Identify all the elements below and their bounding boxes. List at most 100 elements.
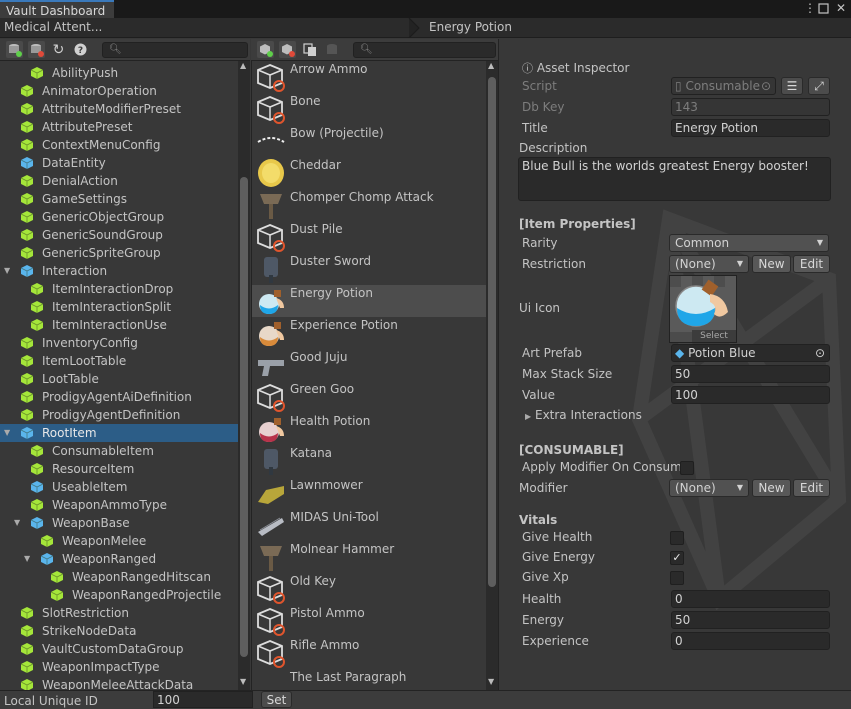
list-item[interactable]: Chomper Chomp Attack (252, 189, 488, 221)
tree-item-denialaction[interactable]: DenialAction (0, 172, 238, 190)
restriction-dropdown[interactable]: (None) ▼ (669, 255, 749, 273)
tree-item-dataentity[interactable]: DataEntity (0, 154, 238, 172)
tree-item-prodigyagentaidefinition[interactable]: ProdigyAgentAiDefinition (0, 388, 238, 406)
list-item[interactable]: Dust Pile (252, 221, 488, 253)
tree-item-contextmenuconfig[interactable]: ContextMenuConfig (0, 136, 238, 154)
tree-item-inventoryconfig[interactable]: InventoryConfig (0, 334, 238, 352)
list-item[interactable]: Health Potion (252, 413, 488, 445)
tree-item-vaultcustomdatagroup[interactable]: VaultCustomDataGroup (0, 640, 238, 658)
tree-item-rootitem[interactable]: ▼ RootItem (0, 424, 238, 442)
tree-item-interaction[interactable]: ▼ Interaction (0, 262, 238, 280)
restriction-edit-button[interactable]: Edit (793, 255, 830, 273)
script-field[interactable]: ▯ Consumable ⊙ (671, 77, 776, 95)
tree-item-weaponammotype[interactable]: WeaponAmmoType (0, 496, 238, 514)
list-item[interactable]: Bone (252, 93, 488, 125)
chevron-down-icon[interactable]: ▼ (4, 424, 14, 442)
tree-scrollbar[interactable]: ▲ ▼ (238, 61, 250, 690)
tree-item-weaponrangedhitscan[interactable]: WeaponRangedHitscan (0, 568, 238, 586)
tree-item-gamesettings[interactable]: GameSettings (0, 190, 238, 208)
description-field[interactable]: Blue Bull is the worlds greatest Energy … (518, 157, 831, 201)
tree-item-iteminteractionsplit[interactable]: ItemInteractionSplit (0, 298, 238, 316)
apply-modifier-checkbox[interactable] (680, 461, 694, 475)
tree-item-itemloottable[interactable]: ItemLootTable (0, 352, 238, 370)
tree-item-consumableitem[interactable]: ConsumableItem (0, 442, 238, 460)
extra-interactions-foldout[interactable]: ▶ Extra Interactions (525, 408, 642, 422)
list-item[interactable]: Green Goo (252, 381, 488, 413)
list-item[interactable]: Duster Sword (252, 253, 488, 285)
value-field[interactable]: 100 (671, 386, 830, 404)
add-entity-button[interactable] (257, 41, 274, 58)
list-item[interactable]: Rifle Ammo (252, 637, 488, 669)
tree-item-loottable[interactable]: LootTable (0, 370, 238, 388)
tree-item-iteminteractionuse[interactable]: ItemInteractionUse (0, 316, 238, 334)
tree-item-abilitypush[interactable]: AbilityPush (0, 64, 238, 82)
tree-item-genericobjectgroup[interactable]: GenericObjectGroup (0, 208, 238, 226)
modifier-new-button[interactable]: New (752, 479, 791, 497)
list-scroll-thumb[interactable] (488, 77, 496, 587)
max-stack-field[interactable]: 50 (671, 365, 830, 383)
tree-item-weaponimpacttype[interactable]: WeaponImpactType (0, 658, 238, 676)
list-item[interactable]: Katana (252, 445, 488, 477)
restriction-new-button[interactable]: New (752, 255, 791, 273)
help-button[interactable]: ? (72, 41, 89, 58)
duplicate-button[interactable] (301, 41, 318, 58)
breadcrumb[interactable]: Medical Attent... (4, 20, 102, 34)
tree-item-animatoroperation[interactable]: AnimatorOperation (0, 82, 238, 100)
close-icon[interactable]: ✕ (836, 1, 846, 15)
tree-item-weaponrangedprojectile[interactable]: WeaponRangedProjectile (0, 586, 238, 604)
list-item[interactable]: Energy Potion (252, 285, 488, 317)
tree-search-input[interactable]: 🔍︎ (102, 42, 248, 58)
scroll-down-icon[interactable]: ▼ (488, 677, 494, 686)
remove-entity-button[interactable] (279, 41, 296, 58)
tree-item-weaponmeleeattackdata[interactable]: WeaponMeleeAttackData (0, 676, 238, 690)
list-item[interactable]: Old Key (252, 573, 488, 605)
list-item[interactable]: Bow (Projectile) (252, 125, 488, 157)
scroll-down-icon[interactable]: ▼ (240, 677, 246, 686)
tree-item-weaponranged[interactable]: ▼ WeaponRanged (0, 550, 238, 568)
refresh-button[interactable]: ↻ (50, 41, 67, 58)
modifier-edit-button[interactable]: Edit (793, 479, 830, 497)
list-item[interactable]: MIDAS Uni-Tool (252, 509, 488, 541)
art-prefab-field[interactable]: ◆ Potion Blue ⊙ (671, 344, 830, 362)
give-xp-checkbox[interactable] (670, 571, 684, 585)
scroll-up-icon[interactable]: ▲ (240, 61, 246, 70)
list-item[interactable]: Arrow Ammo (252, 61, 488, 93)
chevron-down-icon[interactable]: ▼ (14, 514, 24, 532)
list-item[interactable]: Good Juju (252, 349, 488, 381)
add-type-button[interactable] (6, 41, 23, 58)
list-item[interactable]: Pistol Ammo (252, 605, 488, 637)
script-menu-button[interactable]: ☰ (781, 77, 803, 95)
window-tab[interactable]: Vault Dashboard (0, 0, 114, 18)
list-item[interactable]: Experience Potion (252, 317, 488, 349)
kebab-menu-icon[interactable]: ⋮ (804, 1, 816, 15)
list-item[interactable]: Cheddar (252, 157, 488, 189)
give-health-checkbox[interactable] (670, 531, 684, 545)
tree-item-slotrestriction[interactable]: SlotRestriction (0, 604, 238, 622)
tree-item-attributemodifierpreset[interactable]: AttributeModifierPreset (0, 100, 238, 118)
tree-item-useableitem[interactable]: UseableItem (0, 478, 238, 496)
object-picker-icon[interactable]: ⊙ (815, 345, 825, 361)
chevron-down-icon[interactable]: ▼ (4, 262, 14, 280)
uid-field[interactable]: 100 (153, 691, 253, 708)
title-field[interactable]: Energy Potion (671, 119, 830, 137)
list-item[interactable]: The Last Paragraph (252, 669, 488, 690)
set-uid-button[interactable]: Set (261, 691, 292, 708)
tree-item-iteminteractiondrop[interactable]: ItemInteractionDrop (0, 280, 238, 298)
database-button[interactable] (323, 41, 340, 58)
rarity-dropdown[interactable]: Common ▼ (669, 234, 829, 252)
list-item[interactable]: Lawnmower (252, 477, 488, 509)
modifier-dropdown[interactable]: (None) ▼ (669, 479, 749, 497)
tree-item-weaponbase[interactable]: ▼ WeaponBase (0, 514, 238, 532)
energy-field[interactable]: 50 (671, 611, 830, 629)
object-picker-icon[interactable]: ⊙ (761, 78, 771, 94)
tree-item-prodigyagentdefinition[interactable]: ProdigyAgentDefinition (0, 406, 238, 424)
tree-item-attributepreset[interactable]: AttributePreset (0, 118, 238, 136)
tree-item-weaponmelee[interactable]: WeaponMelee (0, 532, 238, 550)
tree-item-genericspritegroup[interactable]: GenericSpriteGroup (0, 244, 238, 262)
select-icon-button[interactable]: Select (692, 330, 736, 342)
scroll-up-icon[interactable]: ▲ (488, 61, 494, 70)
maximize-icon[interactable] (818, 1, 829, 17)
remove-type-button[interactable] (28, 41, 45, 58)
tree-item-strikenodedata[interactable]: StrikeNodeData (0, 622, 238, 640)
list-search-input[interactable]: 🔍︎ (353, 42, 496, 58)
